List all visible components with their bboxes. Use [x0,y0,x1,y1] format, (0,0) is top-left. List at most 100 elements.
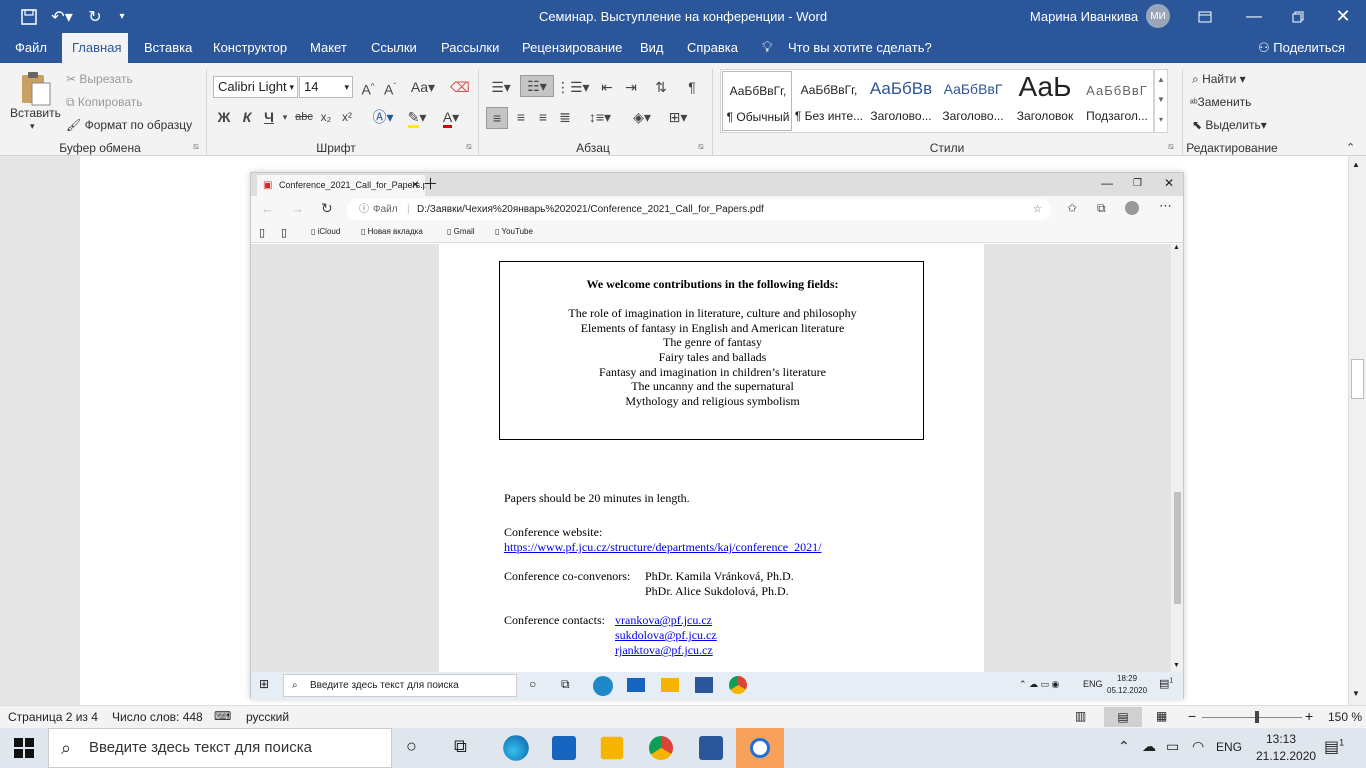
word-icon[interactable] [699,736,723,760]
clock-time[interactable]: 13:13 [1266,732,1296,746]
browser-tab[interactable]: ▣ Conference_2021_Call_for_Papers.pdf [257,175,425,196]
zoom-slider[interactable] [1202,717,1302,718]
refresh-icon[interactable]: ↻ [321,200,333,217]
show-marks-icon[interactable]: ¶ [682,77,702,97]
tab-layout[interactable]: Макет [300,33,357,63]
styles-launcher-icon[interactable]: ⧅ [1168,141,1174,152]
browser-minimize-button[interactable]: — [1101,173,1113,194]
favorites-icon[interactable]: ✩ [1067,201,1077,215]
snipping-tool-button[interactable] [736,728,784,768]
new-tab-icon[interactable]: ＋ [423,173,438,196]
bold-button[interactable]: Ж [215,107,233,127]
clear-formatting-icon[interactable]: ⌫ [450,77,470,97]
edge-icon[interactable] [593,676,613,696]
tab-mailings[interactable]: Рассылки [431,33,509,63]
bookmark-page-icon[interactable]: ▯ [281,226,287,239]
redo-icon[interactable]: ↻ [84,0,106,33]
bookmark-new-tab[interactable]: ▯ Новая вкладка [361,227,423,236]
tab-insert[interactable]: Вставка [134,33,202,63]
save-icon[interactable] [18,0,40,33]
chrome-icon[interactable] [729,676,747,694]
restore-button[interactable] [1276,0,1320,33]
mail-icon[interactable] [552,736,576,760]
align-center-icon[interactable]: ≡ [510,107,532,127]
tell-me-input[interactable]: Что вы хотите сделать? [778,33,942,63]
notification-icon[interactable]: ▤1 [1159,677,1173,690]
style-item-subtitle[interactable]: АаБбВвГ Подзагол... [1082,71,1152,131]
paragraph-launcher-icon[interactable]: ⧅ [698,141,704,152]
input-language[interactable]: ENG [1216,740,1242,754]
forward-icon[interactable]: → [291,201,304,216]
file-explorer-icon[interactable] [661,678,679,692]
underline-dropdown-icon[interactable]: ▾ [280,107,290,127]
browser-close-button[interactable]: ✕ [1164,173,1174,194]
scroll-down-icon[interactable]: ▼ [1173,662,1180,669]
contact-email-link[interactable]: rjanktova@pf.jcu.cz [615,643,713,658]
styles-scroll[interactable]: ▲ ▼ ▾ [1154,69,1168,133]
bookmark-icloud[interactable]: ▯ iCloud [311,227,340,236]
page-indicator[interactable]: Страница 2 из 4 [8,710,98,724]
scroll-up-icon[interactable]: ▲ [1352,160,1360,169]
customize-qat-icon[interactable]: ▾ [112,0,132,33]
tab-references[interactable]: Ссылки [361,33,427,63]
chrome-icon[interactable] [649,736,673,760]
numbering-icon[interactable]: ☷▾ [520,75,554,97]
read-mode-icon[interactable]: ▥ [1075,709,1086,723]
star-icon[interactable]: ☆ [1033,199,1042,220]
show-hidden-icons[interactable]: ⌃ [1118,738,1130,755]
user-name[interactable]: Марина Иванкива [1026,0,1142,33]
minimize-button[interactable]: — [1232,0,1276,33]
mail-icon[interactable] [627,678,645,692]
highlight-icon[interactable]: ✎▾ [402,107,432,128]
copy-button[interactable]: ⧉ Копировать [66,95,143,110]
grow-font-icon[interactable]: A^ [358,77,378,100]
contact-email-link[interactable]: sukdolova@pf.jcu.cz [615,628,717,643]
justify-icon[interactable]: ≣ [554,107,576,127]
bookmark-page-icon[interactable]: ▯ [259,226,265,239]
print-layout-icon[interactable]: ▤ [1104,707,1142,727]
zoom-slider-thumb[interactable] [1255,711,1259,723]
find-button[interactable]: ⌕ Найти ▾ [1192,72,1246,87]
align-right-icon[interactable]: ≡ [532,107,554,127]
font-launcher-icon[interactable]: ⧅ [466,141,472,152]
text-effects-icon[interactable]: Ⓐ▾ [368,107,398,127]
shading-icon[interactable]: ◈▾ [626,107,658,127]
cortana-icon[interactable]: ○ [406,736,417,757]
tab-review[interactable]: Рецензирование [512,33,632,63]
tab-help[interactable]: Справка [677,33,748,63]
change-case-icon[interactable]: Aa▾ [408,77,438,97]
shrink-font-icon[interactable]: Aˇ [380,77,400,100]
task-view-icon[interactable]: ⧉ [454,736,467,757]
increase-indent-icon[interactable]: ⇥ [620,77,642,97]
cut-button[interactable]: ✂ Вырезать [66,72,133,86]
clipboard-launcher-icon[interactable]: ⧅ [193,141,199,152]
replace-button[interactable]: ᵃᵇЗаменить [1190,95,1251,109]
windows-start-icon[interactable]: ⊞ [259,677,269,691]
collections-icon[interactable]: ⧉ [1097,201,1106,216]
line-spacing-icon[interactable]: ↕≡▾ [584,107,616,127]
scroll-down-icon[interactable]: ▼ [1352,689,1360,698]
taskbar-search-box[interactable]: ⌕ Введите здесь текст для поиска [48,728,392,768]
pdf-page[interactable]: We welcome contributions in the followin… [439,244,984,672]
notification-icon[interactable]: ▤1 [1324,737,1344,757]
vertical-scrollbar[interactable]: ▲ ▼ [1348,156,1366,705]
wifi-icon[interactable]: ◠ [1192,738,1204,755]
strikethrough-button[interactable]: abc [293,107,315,127]
proofing-icon[interactable]: ⌨ [214,709,231,723]
contact-email-link[interactable]: vrankova@pf.jcu.cz [615,613,712,628]
avatar[interactable]: МИ [1146,4,1170,28]
file-explorer-icon[interactable] [600,736,624,760]
font-size-select[interactable]: 14 ▾ [299,76,353,98]
profile-icon[interactable] [1125,201,1139,215]
windows-start-icon[interactable] [14,738,34,761]
paste-dropdown-icon[interactable]: ▾ [30,121,35,132]
bookmark-youtube[interactable]: ▯ YouTube [495,227,533,236]
decrease-indent-icon[interactable]: ⇤ [596,77,618,97]
tab-design[interactable]: Конструктор [203,33,297,63]
style-item-heading1[interactable]: АаБбВв Заголово... [866,71,936,131]
underline-button[interactable]: Ч [260,107,278,127]
style-item-title[interactable]: АаЬ Заголовок [1010,71,1080,131]
bullets-icon[interactable]: ☰▾ [486,77,516,97]
website-link[interactable]: https://www.pf.jcu.cz/structure/departme… [504,540,821,555]
tab-home[interactable]: Главная [62,33,128,63]
